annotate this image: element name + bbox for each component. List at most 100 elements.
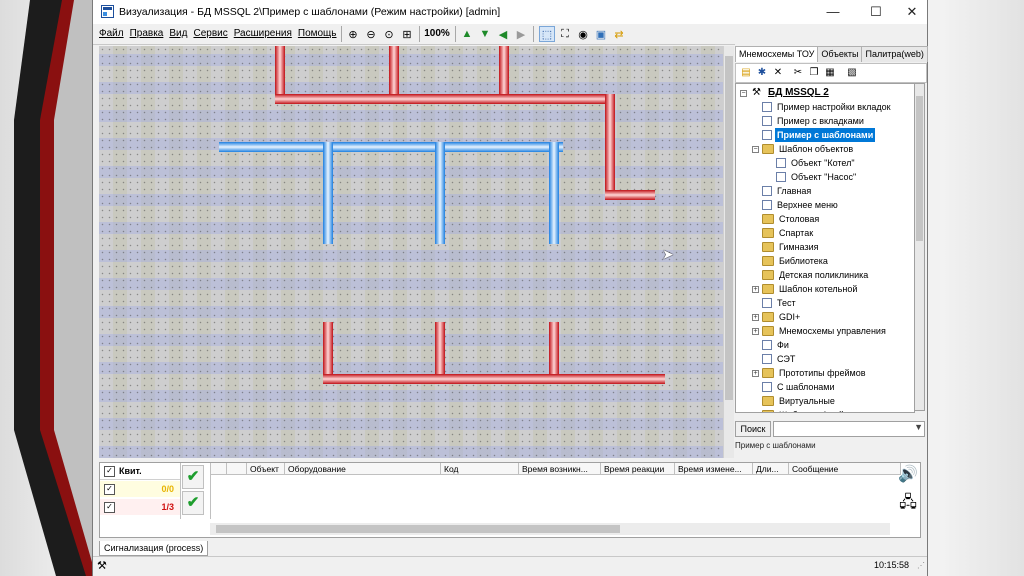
column-header[interactable]: Сообщение: [789, 463, 901, 475]
tree-node[interactable]: Шаблон объектов: [762, 142, 855, 156]
tree-node[interactable]: Тест: [762, 296, 798, 310]
menu-view[interactable]: Вид: [169, 28, 187, 39]
blue-pipe[interactable]: [219, 142, 563, 244]
arrow-left-icon[interactable]: ◀: [495, 26, 511, 42]
zoom-in-icon[interactable]: ⊕: [345, 26, 361, 42]
save-icon[interactable]: ▣: [593, 26, 609, 42]
alarm-count-row[interactable]: ✓ 1/3: [100, 499, 180, 515]
frame-icon[interactable]: ⛶: [557, 26, 573, 42]
ack-row[interactable]: ✓ Квит.: [100, 463, 180, 480]
tree-node[interactable]: Пример настройки вкладок: [762, 100, 893, 114]
tree-expander[interactable]: −: [752, 146, 759, 153]
menu-file[interactable]: Файл: [99, 28, 124, 39]
tree-node[interactable]: Верхнее меню: [762, 198, 840, 212]
column-header[interactable]: Время реакции: [601, 463, 675, 475]
ack-checkbox[interactable]: ✓: [104, 465, 115, 477]
zoom-out-icon[interactable]: ⊖: [363, 26, 379, 42]
tree-node[interactable]: Столовая: [762, 212, 821, 226]
sound-icon[interactable]: 🔊: [896, 463, 920, 487]
tree-node[interactable]: Пример с вкладками: [762, 114, 866, 128]
scroll-thumb[interactable]: [916, 96, 923, 241]
alarm-checkbox[interactable]: ✓: [104, 483, 115, 495]
tree-node[interactable]: Объект "Насос": [776, 170, 858, 184]
tree-node[interactable]: Прототипы фреймов: [762, 366, 868, 380]
column-header[interactable]: Объект: [247, 463, 285, 475]
alarm-horizontal-scrollbar[interactable]: [210, 523, 890, 535]
menu-extensions[interactable]: Расширения: [234, 28, 292, 39]
paste-icon[interactable]: ▦: [823, 66, 837, 80]
add-folder-icon[interactable]: ▤: [739, 66, 753, 80]
cut-icon[interactable]: ✂: [791, 66, 805, 80]
resize-grip-icon[interactable]: ⋰: [917, 561, 925, 570]
zoom-fit-icon[interactable]: ⊞: [399, 26, 415, 42]
arrow-right-icon[interactable]: ▶: [513, 26, 529, 42]
alarm-grid[interactable]: Объект Оборудование Код Время возникн...…: [210, 463, 901, 519]
maximize-button[interactable]: ☐: [861, 2, 891, 22]
column-header[interactable]: Код: [441, 463, 519, 475]
tree-node[interactable]: Виртуальные: [762, 394, 837, 408]
tree-node[interactable]: Фи: [762, 338, 791, 352]
zoom-reset-icon[interactable]: ⊙: [381, 26, 397, 42]
column-header[interactable]: [227, 463, 247, 475]
tree-node[interactable]: Шаблон котельной: [762, 282, 859, 296]
tree-node[interactable]: Мнемосхемы управления: [762, 324, 888, 338]
ack-all-check-icon[interactable]: ✔: [182, 491, 204, 515]
delete-icon[interactable]: ✕: [771, 66, 785, 80]
refresh-icon[interactable]: ⇄: [611, 26, 627, 42]
copy-icon[interactable]: ❐: [807, 66, 821, 80]
menu-edit[interactable]: Правка: [130, 28, 164, 39]
tree-expander[interactable]: +: [752, 286, 759, 293]
tree-scrollbar[interactable]: [914, 83, 925, 411]
column-header[interactable]: Время измене...: [675, 463, 753, 475]
select-mode-icon[interactable]: ⬚: [539, 26, 555, 42]
tree-node[interactable]: Детская поликлиника: [762, 268, 870, 282]
tree-expander[interactable]: −: [740, 90, 747, 97]
eye-icon[interactable]: ◉: [575, 26, 591, 42]
canvas-vertical-scrollbar[interactable]: [723, 46, 734, 458]
scroll-thumb[interactable]: [216, 525, 620, 533]
alarm-checkbox[interactable]: ✓: [104, 501, 115, 513]
column-header[interactable]: Дли...: [753, 463, 789, 475]
chevron-down-icon[interactable]: ▼: [914, 422, 923, 432]
tree-node[interactable]: Объект "Котел": [776, 156, 857, 170]
minimize-button[interactable]: —: [818, 2, 848, 22]
close-button[interactable]: ✕: [897, 2, 927, 22]
add-item-icon[interactable]: ✱: [755, 66, 769, 80]
tree-expander[interactable]: +: [752, 412, 759, 413]
tree-expander[interactable]: +: [752, 328, 759, 335]
tree-node[interactable]: GDI+: [762, 310, 802, 324]
tree-expander[interactable]: +: [752, 314, 759, 321]
mnemonic-tree[interactable]: − ⚒ БД MSSQL 2 Пример настройки вкладок Прим…: [735, 83, 915, 413]
tree-node[interactable]: Гимназия: [762, 240, 821, 254]
tree-node[interactable]: Пример с шаблонами: [762, 128, 876, 142]
tree-root[interactable]: ⚒ БД MSSQL 2: [750, 86, 831, 100]
scroll-thumb[interactable]: [725, 56, 733, 400]
tree-node[interactable]: Спартак: [762, 226, 815, 240]
properties-icon[interactable]: ▧: [845, 66, 859, 80]
menu-help[interactable]: Помощь: [298, 28, 337, 39]
mnemonic-canvas[interactable]: [99, 46, 723, 458]
column-header[interactable]: [211, 463, 227, 475]
search-input[interactable]: [773, 421, 925, 437]
tree-node[interactable]: Главная: [762, 184, 813, 198]
alarm-count-row[interactable]: ✓ 0/0: [100, 481, 180, 497]
tree-node[interactable]: Шаблоны фреймов: [762, 408, 862, 412]
tree-node[interactable]: С шаблонами: [762, 380, 837, 394]
tab-objects[interactable]: Объекты: [817, 46, 863, 62]
arrow-down-icon[interactable]: ▼: [477, 26, 493, 42]
ack-check-icon[interactable]: ✔: [182, 465, 204, 489]
tab-mnemonics[interactable]: Мнемосхемы ТОУ: [735, 46, 819, 62]
tree-node[interactable]: Библиотека: [762, 254, 830, 268]
column-header[interactable]: Время возникн...: [519, 463, 601, 475]
menu-service[interactable]: Сервис: [193, 28, 227, 39]
alarm-tab[interactable]: Сигнализация (process): [99, 541, 209, 556]
zoom-level[interactable]: 100%: [422, 26, 452, 42]
tab-palette-web[interactable]: Палитра(web): [861, 46, 928, 62]
arrow-up-icon[interactable]: ▲: [459, 26, 475, 42]
tree-node[interactable]: СЭТ: [762, 352, 797, 366]
red-pipe-bottom[interactable]: [323, 322, 665, 384]
network-icon[interactable]: 🖧: [896, 491, 920, 515]
page-icon: [776, 158, 786, 168]
tree-expander[interactable]: +: [752, 370, 759, 377]
column-header[interactable]: Оборудование: [285, 463, 441, 475]
